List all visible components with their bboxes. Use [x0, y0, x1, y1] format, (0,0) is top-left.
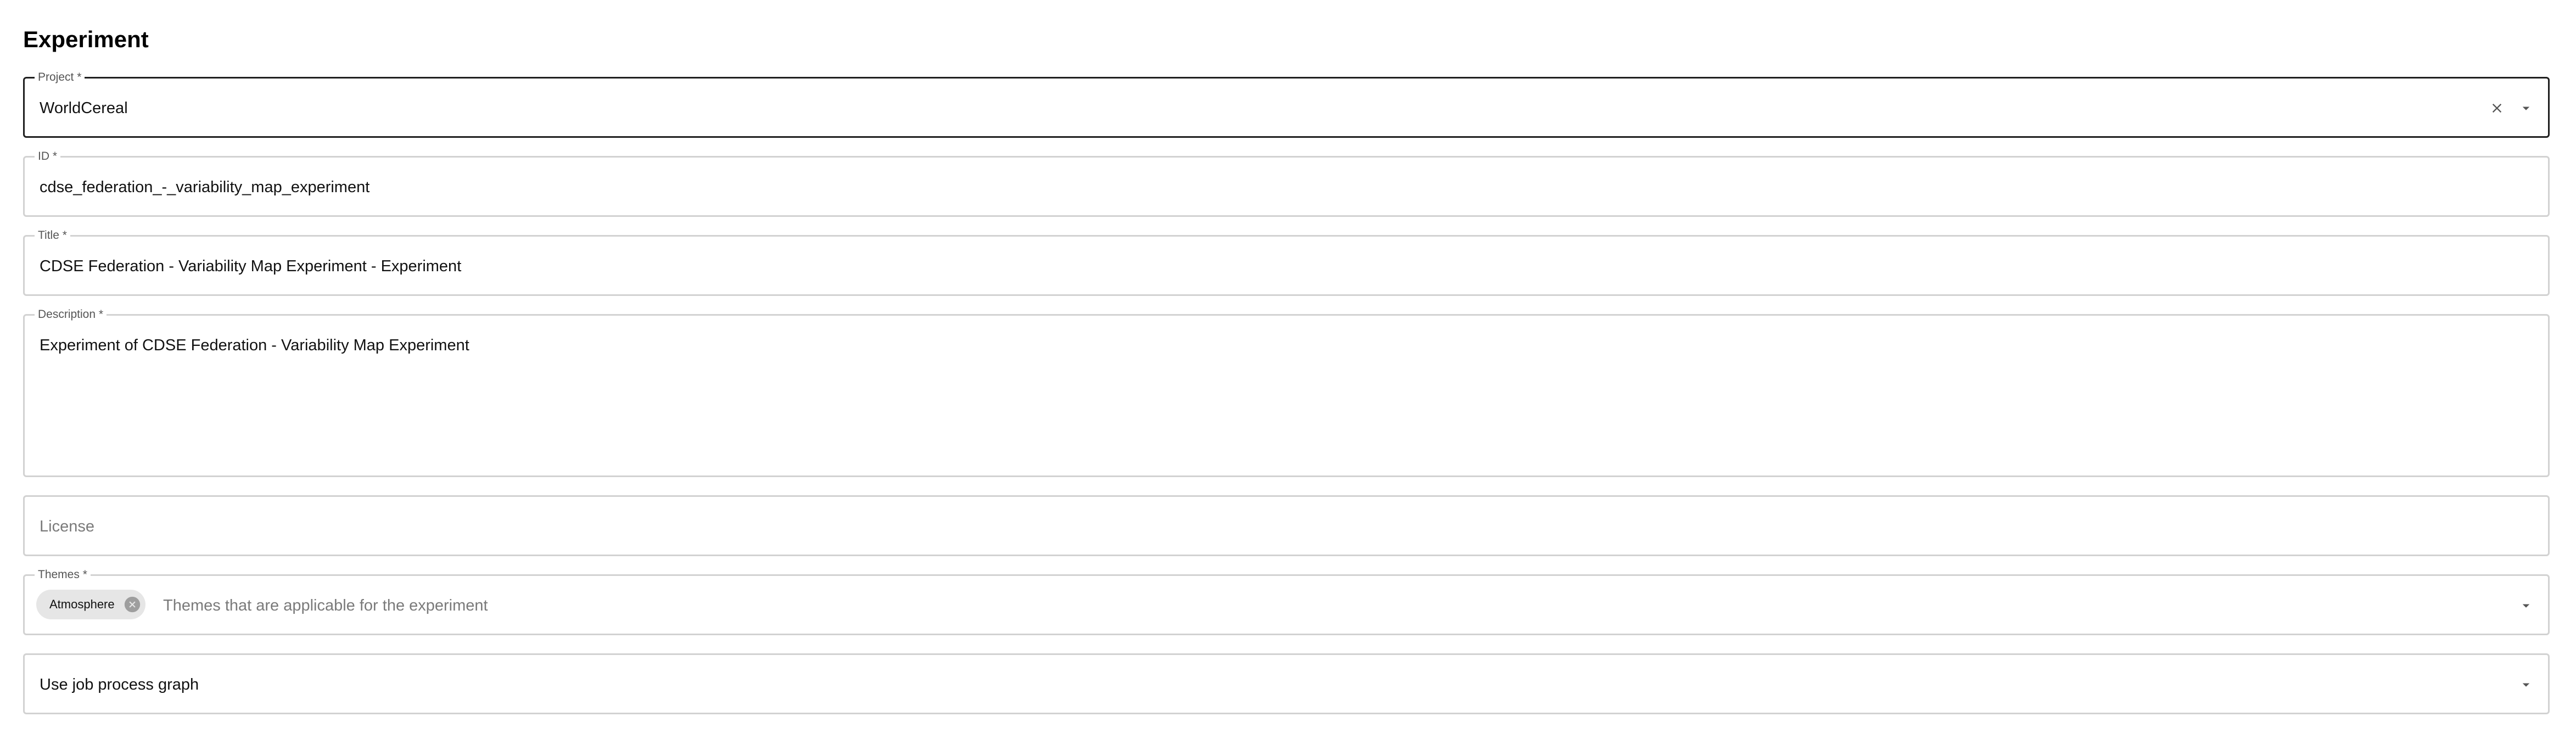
project-dropdown-icon[interactable]	[2515, 97, 2538, 120]
description-label: Description *	[35, 307, 107, 322]
project-label: Project *	[35, 70, 85, 85]
cancel-circle-icon[interactable]	[122, 595, 142, 614]
page-title: Experiment	[23, 26, 149, 52]
clear-icon[interactable]	[2485, 97, 2508, 120]
process-graph-dropdown-icon[interactable]	[2515, 673, 2538, 696]
themes-field[interactable]: Themes * Atmosphere Themes that are appl…	[23, 568, 2550, 635]
description-value[interactable]: Experiment of CDSE Federation - Variabil…	[40, 335, 469, 355]
project-field[interactable]: Project * WorldCereal	[23, 70, 2550, 138]
process-graph-select[interactable]: Use job process graph	[23, 653, 2550, 714]
license-placeholder[interactable]: License	[40, 517, 94, 536]
themes-placeholder[interactable]: Themes that are applicable for the exper…	[163, 596, 488, 615]
id-value[interactable]: cdse_federation_-_variability_map_experi…	[40, 177, 369, 197]
title-field[interactable]: Title * CDSE Federation - Variability Ma…	[23, 228, 2550, 296]
description-field[interactable]: Description * Experiment of CDSE Federat…	[23, 307, 2550, 477]
id-label: ID *	[35, 149, 61, 164]
project-value[interactable]: WorldCereal	[40, 98, 128, 118]
themes-dropdown-icon[interactable]	[2515, 594, 2538, 617]
title-value[interactable]: CDSE Federation - Variability Map Experi…	[40, 256, 461, 276]
title-label: Title *	[35, 228, 70, 243]
theme-chip[interactable]: Atmosphere	[36, 590, 145, 619]
process-graph-value[interactable]: Use job process graph	[40, 675, 199, 695]
theme-chip-label: Atmosphere	[49, 597, 115, 611]
license-field[interactable]: License	[23, 495, 2550, 556]
id-field[interactable]: ID * cdse_federation_-_variability_map_e…	[23, 149, 2550, 217]
themes-label: Themes *	[35, 568, 91, 582]
